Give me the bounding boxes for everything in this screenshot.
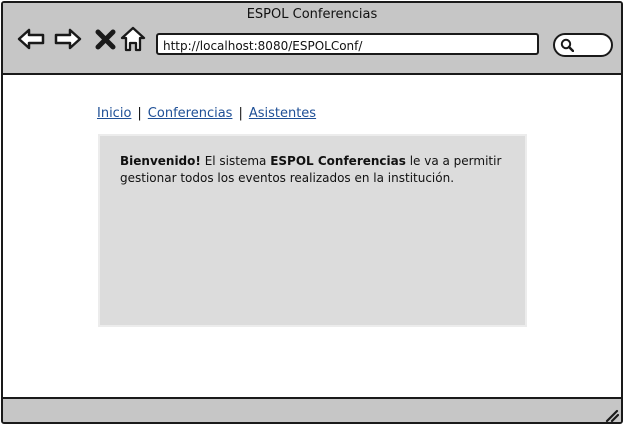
address-bar[interactable]: [156, 33, 539, 55]
close-icon[interactable]: [91, 24, 121, 54]
back-arrow-icon[interactable]: [16, 24, 46, 54]
welcome-greeting: Bienvenido!: [120, 154, 201, 168]
home-icon[interactable]: [118, 24, 148, 54]
window-title: ESPOL Conferencias: [246, 7, 378, 22]
status-bar: [3, 397, 621, 422]
forward-arrow-icon[interactable]: [53, 24, 83, 54]
nav-separator: |: [238, 106, 243, 121]
top-navigation: Inicio | Conferencias | Asistentes: [97, 106, 316, 121]
nav-link-inicio[interactable]: Inicio: [97, 106, 131, 121]
url-input[interactable]: [158, 37, 523, 55]
nav-link-conferencias[interactable]: Conferencias: [148, 106, 233, 121]
search-input[interactable]: [553, 33, 613, 57]
nav-separator: |: [137, 106, 142, 121]
welcome-message: Bienvenido! El sistema ESPOL Conferencia…: [120, 153, 515, 187]
welcome-panel: Bienvenido! El sistema ESPOL Conferencia…: [98, 134, 527, 327]
welcome-text-1: El sistema: [200, 154, 271, 168]
system-name: ESPOL Conferencias: [270, 154, 406, 168]
nav-link-asistentes[interactable]: Asistentes: [249, 106, 316, 121]
browser-window: ESPOL Conferencias http://localhost:8080…: [1, 1, 623, 424]
search-icon: [560, 38, 574, 52]
browser-toolbar: ESPOL Conferencias: [3, 3, 621, 75]
resize-grip-icon[interactable]: [603, 406, 619, 422]
